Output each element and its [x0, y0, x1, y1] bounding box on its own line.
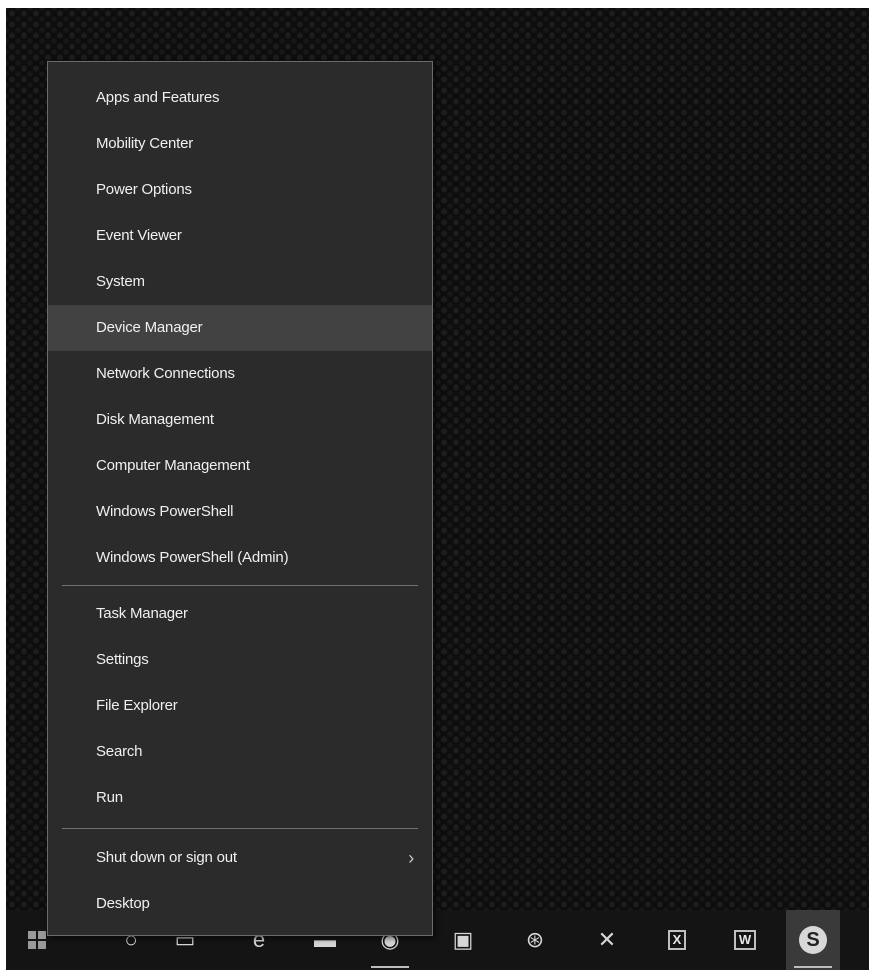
menu-item-network-connections[interactable]: Network Connections [48, 351, 432, 397]
control-panel-icon[interactable]: ▣ [436, 910, 490, 970]
chevron-right-icon: › [408, 848, 414, 868]
menu-item-file-explorer[interactable]: File Explorer [48, 683, 432, 729]
winx-power-user-menu: Apps and Features Mobility Center Power … [47, 61, 433, 936]
word-icon: W [733, 930, 757, 950]
menu-item-windows-powershell[interactable]: Windows PowerShell [48, 489, 432, 535]
menu-group-session: Shut down or sign out › Desktop [48, 835, 432, 927]
menu-item-event-viewer[interactable]: Event Viewer [48, 213, 432, 259]
menu-item-disk-management[interactable]: Disk Management [48, 397, 432, 443]
windows-logo-icon [28, 931, 46, 949]
word-app-button[interactable]: W [718, 910, 772, 970]
menu-separator [62, 828, 418, 829]
menu-item-apps-and-features[interactable]: Apps and Features [48, 75, 432, 121]
menu-item-desktop[interactable]: Desktop [48, 881, 432, 927]
menu-item-settings[interactable]: Settings [48, 637, 432, 683]
excel-app-button[interactable]: X [650, 910, 704, 970]
menu-item-mobility-center[interactable]: Mobility Center [48, 121, 432, 167]
skype-app-button[interactable]: S [786, 910, 840, 970]
menu-item-windows-powershell-admin[interactable]: Windows PowerShell (Admin) [48, 535, 432, 581]
menu-group-utilities: Task Manager Settings File Explorer Sear… [48, 591, 432, 821]
tools-icon[interactable]: ✕ [580, 910, 634, 970]
menu-item-task-manager[interactable]: Task Manager [48, 591, 432, 637]
menu-item-power-options[interactable]: Power Options [48, 167, 432, 213]
menu-item-system[interactable]: System [48, 259, 432, 305]
menu-item-computer-management[interactable]: Computer Management [48, 443, 432, 489]
menu-group-system-tools: Apps and Features Mobility Center Power … [48, 75, 432, 581]
satellite-icon[interactable]: ⊛ [508, 910, 562, 970]
menu-item-shut-down-or-sign-out[interactable]: Shut down or sign out › [48, 835, 432, 881]
menu-item-device-manager[interactable]: Device Manager [48, 305, 432, 351]
menu-item-label: Shut down or sign out [96, 849, 237, 866]
skype-icon: S [799, 926, 827, 954]
excel-icon: X [667, 930, 687, 950]
menu-item-search[interactable]: Search [48, 729, 432, 775]
menu-item-run[interactable]: Run [48, 775, 432, 821]
menu-separator [62, 585, 418, 586]
